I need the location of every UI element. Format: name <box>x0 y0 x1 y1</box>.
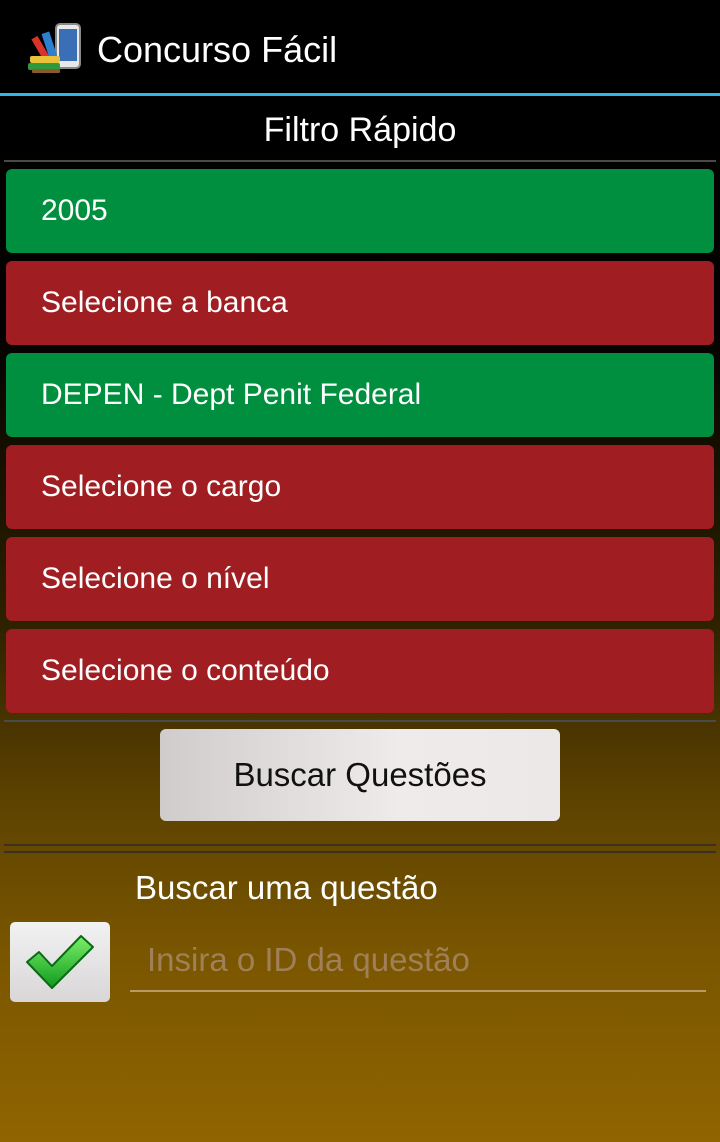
institution-selector-button[interactable]: DEPEN - Dept Penit Federal <box>6 353 714 437</box>
books-phone-icon <box>28 23 81 73</box>
panel-title: Filtro Rápido <box>263 111 457 149</box>
app-screen: Concurso Fácil Filtro Rápido 2005 Seleci… <box>0 0 720 1142</box>
search-question-label: Buscar uma questão <box>135 869 438 906</box>
position-selector-button[interactable]: Selecione o cargo <box>6 445 714 529</box>
filter-divider <box>4 720 716 722</box>
title-divider <box>4 160 716 162</box>
action-bar: Concurso Fácil <box>0 0 720 93</box>
year-selector-button[interactable]: 2005 <box>6 169 714 253</box>
content-selector-button[interactable]: Selecione o conteúdo <box>6 629 714 713</box>
green-checkmark-icon <box>26 935 94 989</box>
section-divider-top <box>4 844 716 846</box>
search-questions-button[interactable]: Buscar Questões <box>160 729 560 821</box>
bank-selector-button[interactable]: Selecione a banca <box>6 261 714 345</box>
confirm-id-button[interactable] <box>10 922 110 1002</box>
main-content: Filtro Rápido 2005 Selecione a banca DEP… <box>0 96 720 1142</box>
app-title: Concurso Fácil <box>97 29 338 70</box>
section-divider-bottom <box>4 851 716 853</box>
level-selector-button[interactable]: Selecione o nível <box>6 537 714 621</box>
question-id-input[interactable] <box>130 934 706 992</box>
